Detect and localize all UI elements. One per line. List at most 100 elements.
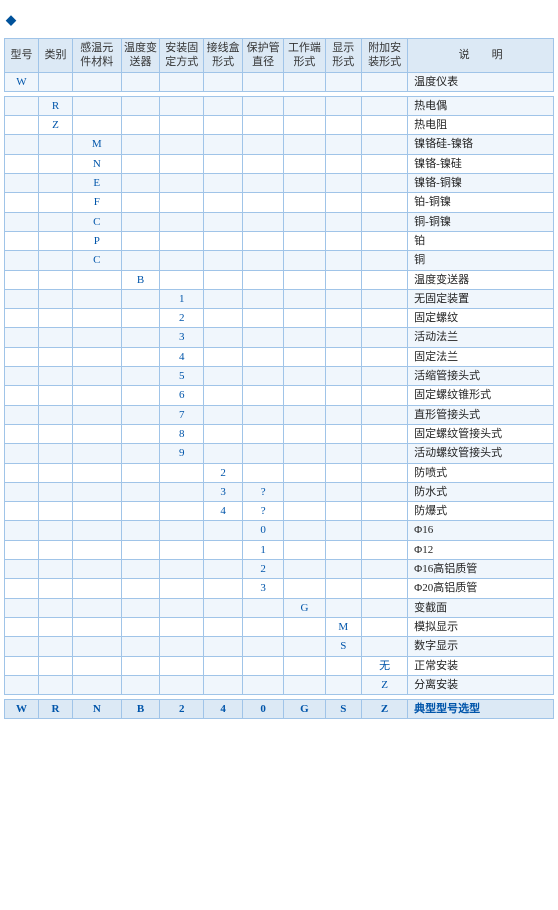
cell: 热电偶	[408, 96, 554, 115]
cell	[284, 289, 325, 308]
cell	[204, 251, 243, 270]
cell	[362, 444, 408, 463]
header-model: 型号	[5, 39, 39, 73]
cell	[243, 675, 284, 694]
cell	[39, 637, 73, 656]
header-type: 类别	[39, 39, 73, 73]
cell	[362, 386, 408, 405]
cell	[284, 444, 325, 463]
cell	[121, 289, 160, 308]
cell	[362, 424, 408, 443]
cell	[243, 212, 284, 231]
cell	[362, 251, 408, 270]
cell	[160, 675, 204, 694]
cell: C	[73, 251, 122, 270]
table-row: 1无固定装置	[5, 289, 554, 308]
cell	[243, 386, 284, 405]
cell	[121, 482, 160, 501]
table-row: 4?防爆式	[5, 502, 554, 521]
cell	[5, 656, 39, 675]
cell	[5, 424, 39, 443]
cell	[284, 405, 325, 424]
cell	[160, 502, 204, 521]
cell	[5, 174, 39, 193]
cell	[284, 386, 325, 405]
cell	[243, 309, 284, 328]
cell	[204, 637, 243, 656]
cell	[284, 231, 325, 250]
cell	[243, 328, 284, 347]
table-row: 0Φ16	[5, 521, 554, 540]
cell	[73, 482, 122, 501]
cell: 铂	[408, 231, 554, 250]
header-sensor: 感温元件材料	[73, 39, 122, 73]
cell	[5, 289, 39, 308]
cell	[362, 598, 408, 617]
cell	[121, 463, 160, 482]
cell	[284, 154, 325, 173]
cell: B	[121, 270, 160, 289]
cell	[284, 579, 325, 598]
cell	[204, 212, 243, 231]
cell	[160, 251, 204, 270]
table-row: F铂-铜镍	[5, 193, 554, 212]
cell	[204, 617, 243, 636]
cell	[243, 598, 284, 617]
cell	[73, 347, 122, 366]
cell	[284, 174, 325, 193]
cell	[362, 347, 408, 366]
cell	[284, 502, 325, 521]
table-row: 3活动法兰	[5, 328, 554, 347]
cell: 固定螺纹管接头式	[408, 424, 554, 443]
cell	[73, 540, 122, 559]
cell: S	[325, 700, 361, 719]
cell	[121, 309, 160, 328]
cell	[5, 482, 39, 501]
cell	[73, 424, 122, 443]
naming-table: 型号 类别 感温元件材料 温度变送器 安装固定方式 接线盒形式 保护管直径 工作…	[4, 38, 554, 719]
cell	[362, 231, 408, 250]
cell	[325, 347, 361, 366]
cell	[362, 96, 408, 115]
cell: 8	[160, 424, 204, 443]
cell	[204, 386, 243, 405]
cell	[73, 367, 122, 386]
cell	[284, 193, 325, 212]
cell	[121, 96, 160, 115]
cell	[73, 502, 122, 521]
cell	[362, 212, 408, 231]
cell	[284, 560, 325, 579]
cell	[243, 424, 284, 443]
cell	[204, 135, 243, 154]
cell: 固定螺纹	[408, 309, 554, 328]
cell	[362, 328, 408, 347]
cell	[243, 231, 284, 250]
cell	[243, 444, 284, 463]
cell	[5, 444, 39, 463]
cell: G	[284, 598, 325, 617]
cell	[73, 656, 122, 675]
cell	[243, 463, 284, 482]
cell	[39, 579, 73, 598]
cell	[73, 521, 122, 540]
cell	[160, 540, 204, 559]
cell: R	[39, 96, 73, 115]
cell	[5, 328, 39, 347]
cell	[204, 424, 243, 443]
cell	[362, 367, 408, 386]
cell	[362, 135, 408, 154]
cell	[5, 540, 39, 559]
cell: 活缩管接头式	[408, 367, 554, 386]
cell	[325, 309, 361, 328]
cell: 0	[243, 521, 284, 540]
cell	[39, 174, 73, 193]
cell	[243, 251, 284, 270]
cell	[121, 367, 160, 386]
cell	[121, 386, 160, 405]
cell: C	[73, 212, 122, 231]
table-row: C铜-铜镍	[5, 212, 554, 231]
cell	[204, 598, 243, 617]
cell	[362, 521, 408, 540]
cell	[39, 135, 73, 154]
cell	[204, 72, 243, 91]
